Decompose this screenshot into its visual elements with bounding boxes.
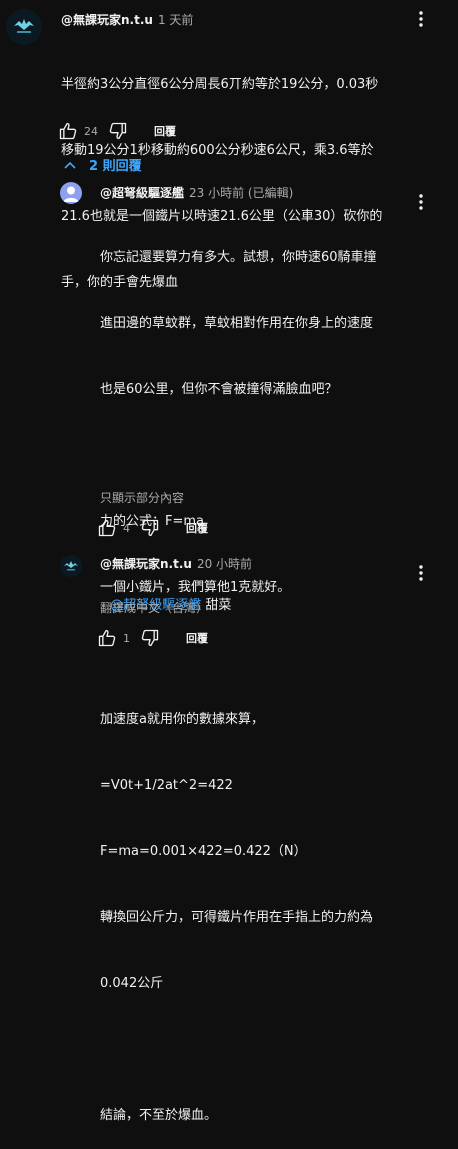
like-count: 4 xyxy=(123,521,130,535)
like-count: 24 xyxy=(84,124,98,138)
replies-count-label: 2 則回覆 xyxy=(89,159,142,174)
kebab-icon xyxy=(419,194,423,210)
author-name[interactable]: @無課玩家n.t.u xyxy=(61,13,153,27)
reply-author[interactable]: @無課玩家n.t.u 20 小時前 xyxy=(100,555,252,572)
author-name[interactable]: @超弩級驅逐艦 xyxy=(100,186,184,200)
thumbs-up-icon xyxy=(98,519,116,537)
reply-button[interactable]: 回覆 xyxy=(186,520,208,536)
replies-toggle-button[interactable]: 2 則回覆 xyxy=(63,155,142,174)
reply-actions: 1 回覆 xyxy=(97,628,208,648)
reply-author[interactable]: @超弩級驅逐艦 23 小時前 (已編輯) xyxy=(100,184,293,201)
reply-line: 轉換回公斤力，可得鐵片作用在手指上的力約為 xyxy=(100,910,374,925)
avatar[interactable] xyxy=(60,182,82,204)
reply-line: 也是60公里，但你不會被撞得滿臉血吧？ xyxy=(100,382,338,397)
thumbs-down-icon xyxy=(109,122,127,140)
reply-line: 進田邊的草蚊群，草蚊相對作用在你身上的速度 xyxy=(100,316,374,331)
reply-time[interactable]: 23 小時前 (已編輯) xyxy=(189,186,293,200)
reply-line: 加速度a就用你的數據來算， xyxy=(100,712,264,727)
thumbs-up-icon xyxy=(98,629,116,647)
reply-line: =V0t+1/2at^2=422 xyxy=(100,778,233,793)
read-more-link[interactable]: 只顯示部分內容 xyxy=(100,489,184,506)
like-count: 1 xyxy=(123,631,130,645)
thumbs-down-icon xyxy=(141,519,159,537)
thumbs-up-icon xyxy=(59,122,77,140)
like-button[interactable] xyxy=(58,121,78,141)
comment-actions: 24 回覆 xyxy=(58,121,176,141)
translate-link[interactable]: 翻譯成中文（台灣） xyxy=(100,599,208,616)
more-options-button[interactable] xyxy=(411,9,431,29)
more-options-button[interactable] xyxy=(411,192,431,212)
comment-time[interactable]: 1 天前 xyxy=(158,13,193,27)
reply-actions: 4 回覆 xyxy=(97,518,208,538)
comment-author[interactable]: @無課玩家n.t.u 1 天前 xyxy=(61,11,193,28)
author-name[interactable]: @無課玩家n.t.u xyxy=(100,557,192,571)
like-button[interactable] xyxy=(97,518,117,538)
dislike-button[interactable] xyxy=(140,518,160,538)
reply-button[interactable]: 回覆 xyxy=(154,123,176,139)
reply-line: 結論，不至於爆血。 xyxy=(100,1108,218,1123)
kebab-icon xyxy=(419,565,423,581)
reply-line xyxy=(100,445,377,467)
reply-line: 你忘記還要算力有多大。試想，你時速60騎車撞 xyxy=(100,250,377,265)
more-options-button[interactable] xyxy=(411,563,431,583)
reply-line: 0.042公斤 xyxy=(100,976,164,991)
dislike-button[interactable] xyxy=(140,628,160,648)
thumbs-down-icon xyxy=(141,629,159,647)
like-button[interactable] xyxy=(97,628,117,648)
kebab-icon xyxy=(419,11,423,27)
reply-text: 你忘記還要算力有多大。試想，你時速60騎車撞 進田邊的草蚊群，草蚊相對作用在你身… xyxy=(100,203,377,1149)
reply-line: F=ma=0.001×422=0.422（N） xyxy=(100,844,307,859)
reply-time[interactable]: 20 小時前 xyxy=(197,557,252,571)
reply-button[interactable]: 回覆 xyxy=(186,630,208,646)
avatar[interactable] xyxy=(60,555,82,577)
dislike-button[interactable] xyxy=(108,121,128,141)
reply-message: 甜菜 xyxy=(205,598,232,613)
reply-line xyxy=(100,1039,377,1061)
chevron-up-icon xyxy=(64,161,76,169)
avatar[interactable] xyxy=(6,9,42,45)
comment-line: 半徑約3公分直徑6公分周長6丌約等於19公分，0.03秒 xyxy=(61,77,379,92)
